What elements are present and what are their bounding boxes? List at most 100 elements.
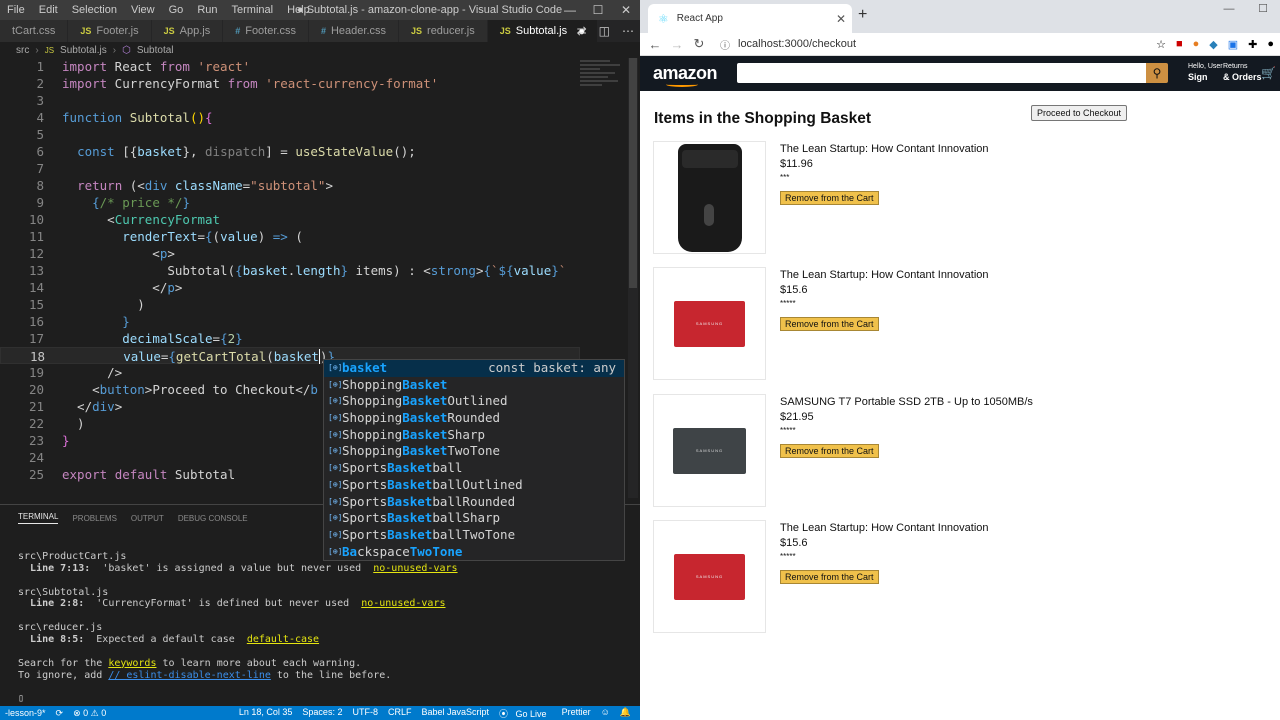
suggestion-item[interactable]: [⊕] Shopping Basket Outlined xyxy=(324,393,624,410)
product-price: $15.6 xyxy=(780,537,808,549)
prettier-button[interactable]: Prettier xyxy=(557,707,596,720)
tab-productcart-css[interactable]: tCart.css xyxy=(0,20,69,42)
window-title: ● Subtotal.js - amazon-clone-app - Visua… xyxy=(297,4,563,16)
editor-scrollbar[interactable] xyxy=(628,58,638,498)
variable-icon: [⊕] xyxy=(328,396,343,406)
scrollbar-thumb[interactable] xyxy=(629,58,637,288)
tab-problems[interactable]: PROBLEMS xyxy=(72,514,116,523)
autocomplete-suggestions: [⊕] basket const basket: any [⊕] Shopping Ba… xyxy=(323,359,625,561)
remove-from-cart-button[interactable]: Remove from the Cart xyxy=(780,444,879,458)
maximize-icon[interactable]: ☐ xyxy=(584,0,612,20)
search-icon[interactable]: ⚲ xyxy=(1146,63,1168,83)
line-ending[interactable]: CRLF xyxy=(383,707,417,720)
extension-icon[interactable]: ▣ xyxy=(1228,38,1238,51)
tab-actions: ⇄ ◫ ⋯ xyxy=(577,20,634,42)
close-icon[interactable]: ✕ xyxy=(612,0,640,20)
suggestion-item[interactable]: [⊕] Shopping Basket xyxy=(324,377,624,394)
minimize-icon[interactable]: — xyxy=(1212,0,1246,18)
menu-go[interactable]: Go xyxy=(162,0,191,20)
header-returns[interactable]: Returns & Orders xyxy=(1223,62,1262,82)
code-line: 13 Subtotal({basket.length} items) : <st… xyxy=(28,263,567,278)
suggestion-item[interactable]: [⊕] basket const basket: any xyxy=(324,360,624,377)
cart-icon[interactable]: 🛒 xyxy=(1261,66,1276,80)
menu-run[interactable]: Run xyxy=(190,0,224,20)
forward-icon[interactable]: → xyxy=(666,37,688,52)
suggestion-item[interactable]: [⊕] Shopping Basket TwoTone xyxy=(324,443,624,460)
browser-window-controls: — ☐ xyxy=(1212,0,1280,18)
menu-edit[interactable]: Edit xyxy=(32,0,65,20)
compare-icon[interactable]: ⇄ xyxy=(577,20,587,42)
remove-from-cart-button[interactable]: Remove from the Cart xyxy=(780,191,879,205)
new-tab-icon[interactable]: + xyxy=(858,6,867,24)
git-branch[interactable]: -lesson-9* xyxy=(0,708,51,718)
tab-terminal[interactable]: TERMINAL xyxy=(18,512,59,524)
css-file-icon: # xyxy=(320,26,326,36)
remove-from-cart-button[interactable]: Remove from the Cart xyxy=(780,570,879,584)
maximize-icon[interactable]: ☐ xyxy=(1246,0,1280,18)
remove-from-cart-button[interactable]: Remove from the Cart xyxy=(780,317,879,331)
search-input[interactable] xyxy=(737,63,1146,83)
code-line: 17 decimalScale={2} xyxy=(28,331,243,346)
terminal-help-line: To ignore, add // eslint-disable-next-li… xyxy=(18,669,392,681)
address-bar[interactable]: ⓘ localhost:3000/checkout xyxy=(720,37,856,52)
breadcrumb-folder[interactable]: src xyxy=(16,45,29,56)
minimap[interactable] xyxy=(580,58,628,108)
menu-terminal[interactable]: Terminal xyxy=(225,0,281,20)
breadcrumb-symbol[interactable]: Subtotal xyxy=(137,45,174,56)
extensions-puzzle-icon[interactable]: ✚ xyxy=(1248,38,1257,51)
suggestion-item[interactable]: [⊕] Shopping Basket Rounded xyxy=(324,410,624,427)
amazon-logo[interactable]: amazon xyxy=(653,63,718,84)
go-live-button[interactable]: ⦿ Go Live xyxy=(494,707,557,720)
browser-tab[interactable]: ⚛ React App ✕ xyxy=(648,4,852,33)
suggestion-item[interactable]: [⊕] Sports Basket ball xyxy=(324,460,624,477)
cursor-position[interactable]: Ln 18, Col 35 xyxy=(234,707,298,720)
bookmark-star-icon[interactable]: ☆ xyxy=(1156,38,1166,51)
menu-file[interactable]: File xyxy=(0,0,32,20)
tab-label: reducer.js xyxy=(427,25,475,37)
suggestion-item[interactable]: [⊕] Sports Basket ballOutlined xyxy=(324,477,624,494)
extension-icon[interactable]: ◆ xyxy=(1209,38,1217,51)
variable-icon: [⊕] xyxy=(328,496,343,506)
suggestion-item[interactable]: [⊕] Sports Basket ballTwoTone xyxy=(324,527,624,544)
tab-footer-css[interactable]: # Footer.css xyxy=(223,20,309,42)
feedback-icon[interactable]: ☺ xyxy=(596,707,615,720)
suggestion-item[interactable]: [⊕] Sports Basket ballSharp xyxy=(324,510,624,527)
suggestion-item[interactable]: [⊕] Ba ckspace TwoTone xyxy=(324,544,624,561)
tab-app-js[interactable]: JS App.js xyxy=(151,20,224,42)
indentation[interactable]: Spaces: 2 xyxy=(297,707,347,720)
reload-icon[interactable]: ↻ xyxy=(688,36,710,52)
breadcrumb-file[interactable]: Subtotal.js xyxy=(60,45,107,56)
extension-icon[interactable]: ● xyxy=(1193,38,1200,51)
tab-header-css[interactable]: # Header.css xyxy=(308,20,400,42)
code-line: 12 <p> xyxy=(28,246,175,261)
close-tab-icon[interactable]: ✕ xyxy=(836,12,846,26)
split-editor-icon[interactable]: ◫ xyxy=(599,20,610,42)
browser-window: ⚛ React App ✕ + — ☐ ← → ↻ ⓘ localhost:30… xyxy=(640,0,1280,720)
tab-debug-console[interactable]: DEBUG CONSOLE xyxy=(178,514,248,523)
encoding[interactable]: UTF-8 xyxy=(347,707,383,720)
suggestion-item[interactable]: [⊕] Sports Basket ballRounded xyxy=(324,494,624,511)
code-line: 4 function Subtotal(){ xyxy=(36,110,213,125)
variable-icon: [⊕] xyxy=(328,513,343,523)
more-actions-icon[interactable]: ⋯ xyxy=(622,20,634,42)
menu-bar: File Edit Selection View Go Run Terminal… xyxy=(0,0,317,20)
tab-output[interactable]: OUTPUT xyxy=(131,514,164,523)
tab-reducer-js[interactable]: JS reducer.js xyxy=(399,20,488,42)
header-signin[interactable]: Hello, User Sign xyxy=(1188,62,1223,82)
info-icon[interactable]: ⓘ xyxy=(720,37,730,52)
menu-view[interactable]: View xyxy=(124,0,162,20)
tab-label: Header.css xyxy=(330,25,387,37)
sync-icon[interactable]: ⟳ xyxy=(51,708,69,719)
profile-avatar-icon[interactable]: ● xyxy=(1267,38,1274,51)
extension-icon[interactable]: ■ xyxy=(1176,38,1183,51)
suggestion-item[interactable]: [⊕] Shopping Basket Sharp xyxy=(324,427,624,444)
proceed-to-checkout-button[interactable]: Proceed to Checkout xyxy=(1031,105,1128,121)
product-rating: *** xyxy=(780,173,790,182)
language-mode[interactable]: Babel JavaScript xyxy=(416,707,494,720)
minimize-icon[interactable]: — xyxy=(556,0,584,20)
tab-footer-js[interactable]: JS Footer.js xyxy=(68,20,152,42)
back-icon[interactable]: ← xyxy=(644,37,666,52)
menu-selection[interactable]: Selection xyxy=(65,0,124,20)
notifications-icon[interactable]: 🔔 xyxy=(615,707,636,720)
problems-count[interactable]: ⊗ 0 ⚠ 0 xyxy=(68,708,111,719)
